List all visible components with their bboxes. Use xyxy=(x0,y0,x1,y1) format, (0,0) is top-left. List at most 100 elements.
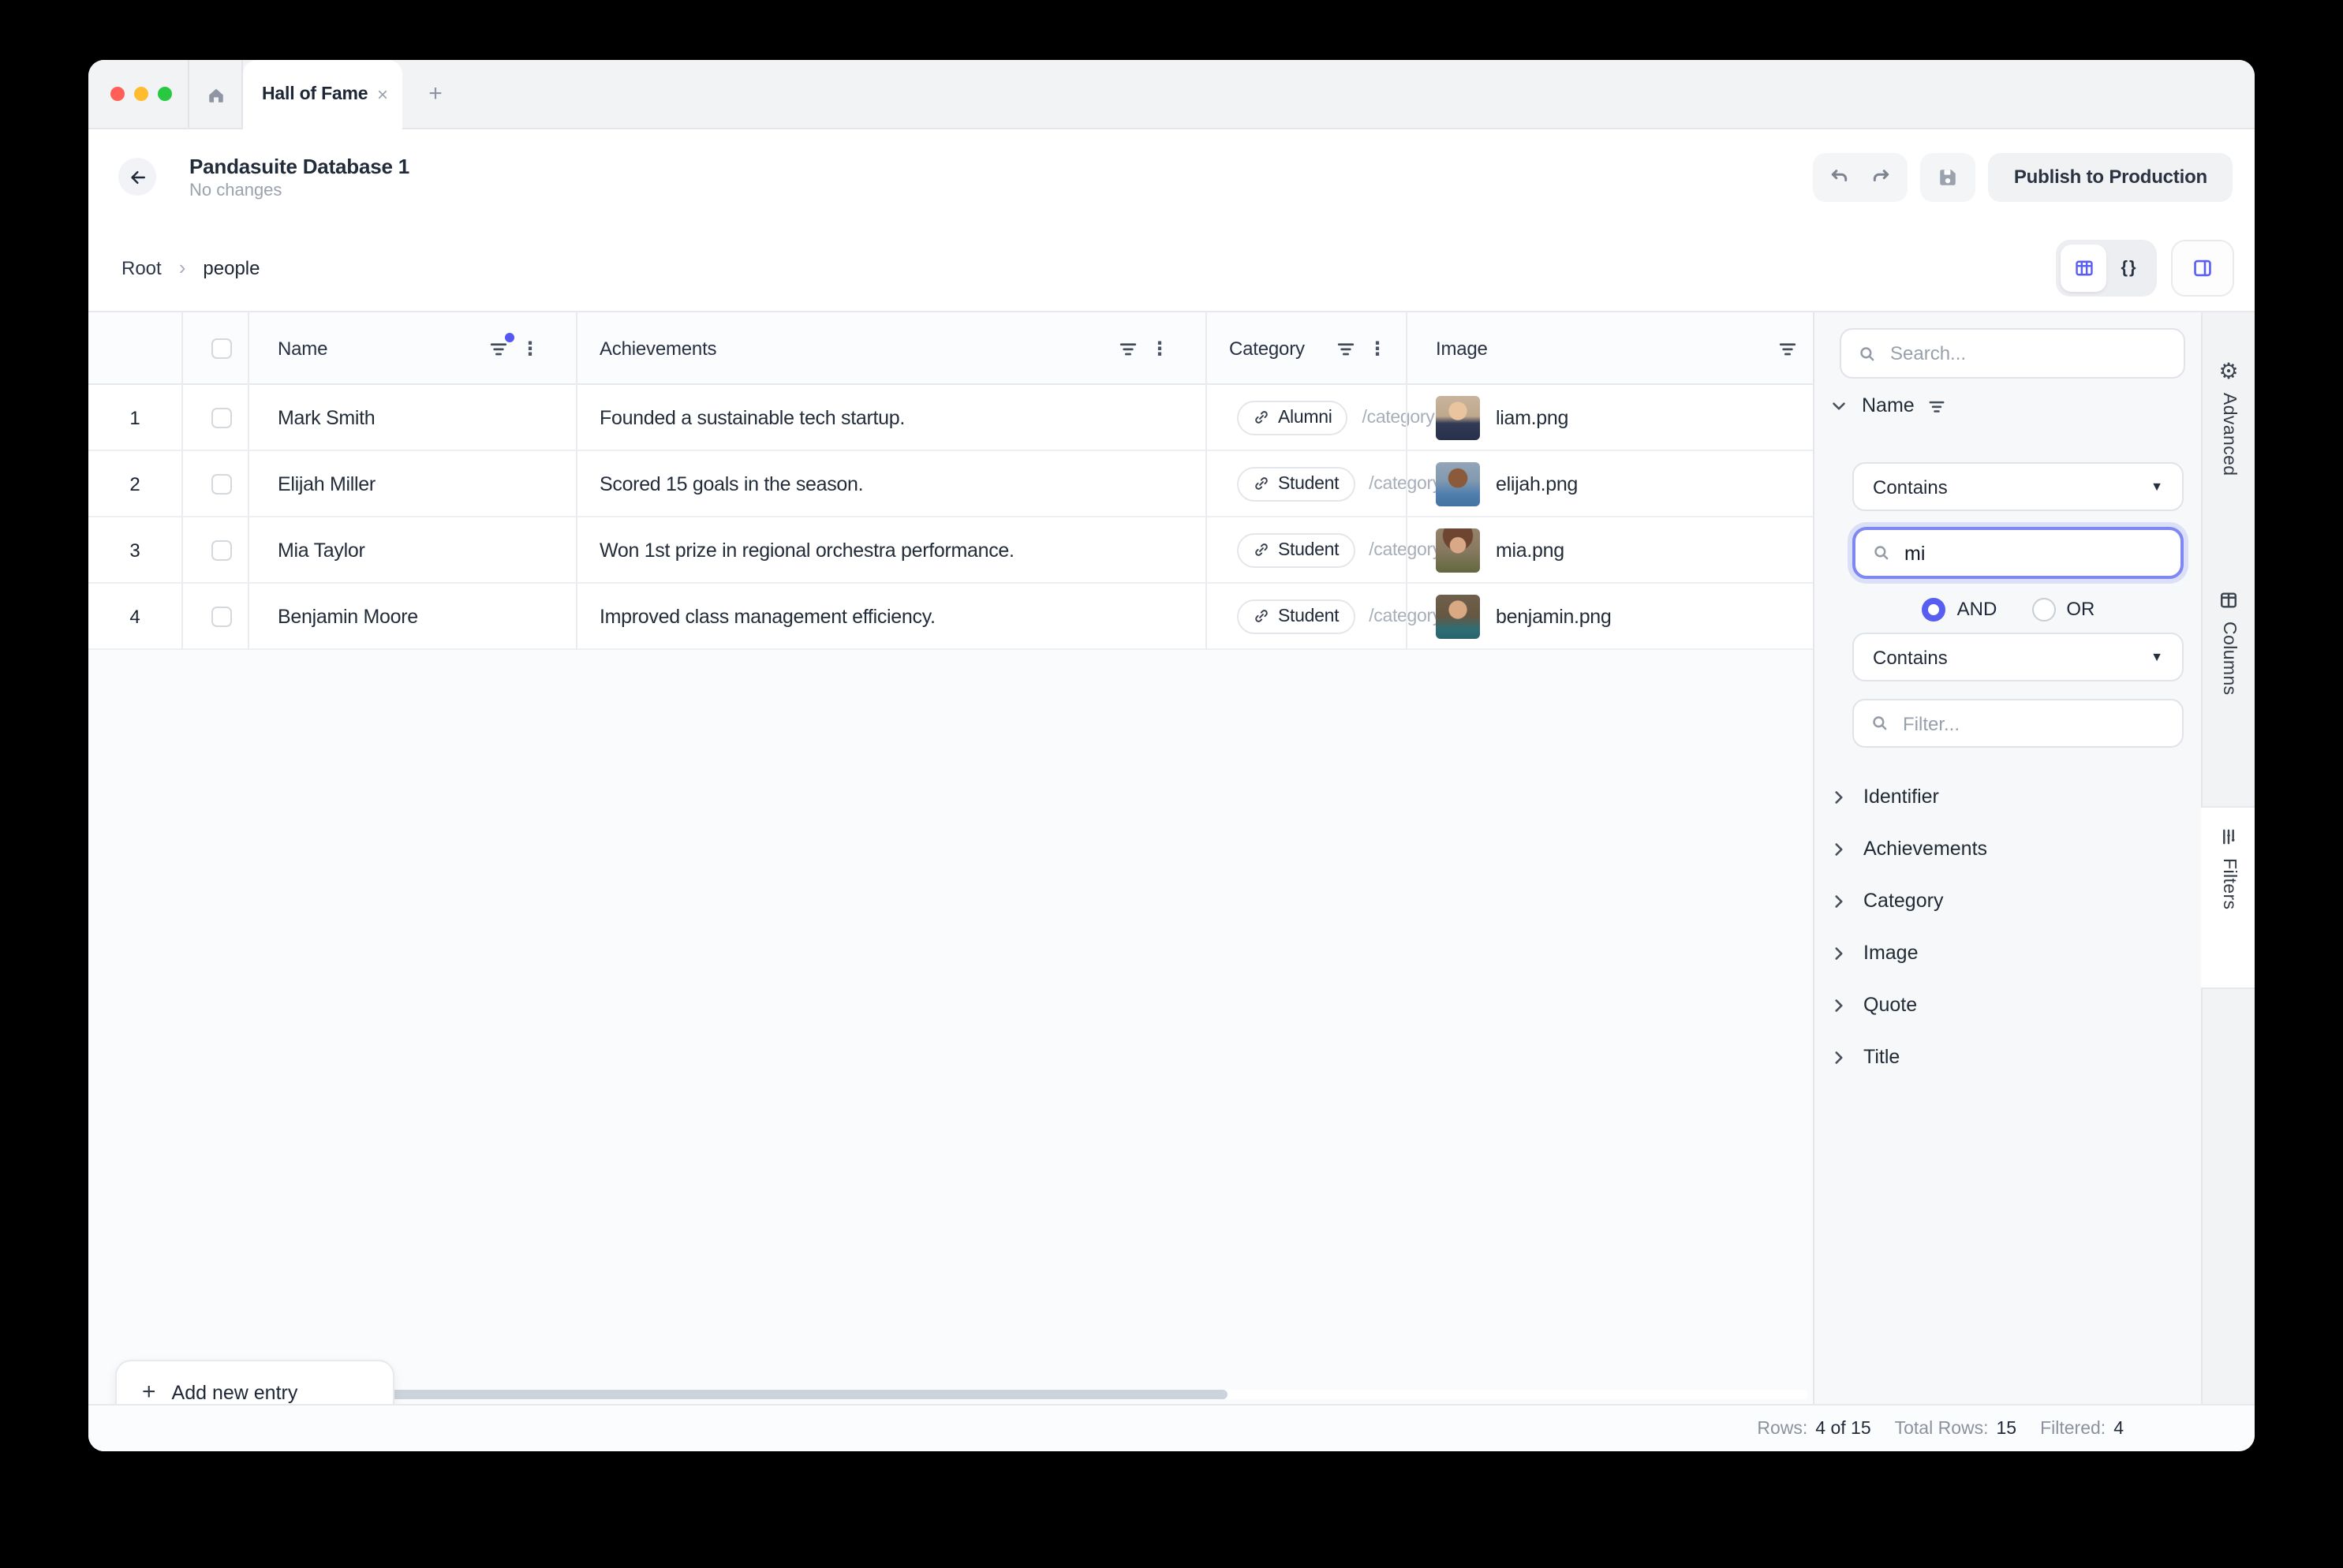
panel-search-input[interactable]: Search... xyxy=(1840,328,2185,379)
achievement-cell[interactable]: Won 1st prize in regional orchestra perf… xyxy=(600,517,1015,582)
side-tab-label: Filters xyxy=(2219,858,2238,909)
secondary-filter-input[interactable]: Filter... xyxy=(1852,699,2184,748)
collapsed-filter-section[interactable]: Title xyxy=(1829,1040,1900,1074)
minimize-window-button[interactable] xyxy=(134,87,148,101)
home-icon xyxy=(204,83,226,105)
tab-close-icon[interactable]: × xyxy=(377,85,388,104)
category-pill[interactable]: Alumni xyxy=(1237,400,1348,435)
table-row[interactable]: 3 Mia Taylor Won 1st prize in regional o… xyxy=(88,517,1813,584)
filter-query-input[interactable]: mi xyxy=(1852,527,2184,579)
category-cell[interactable]: Student /category xyxy=(1237,517,1441,582)
row-checkbox[interactable] xyxy=(211,539,232,560)
achievement-cell[interactable]: Scored 15 goals in the season. xyxy=(600,451,863,516)
image-cell[interactable]: mia.png xyxy=(1436,517,1564,582)
image-thumbnail[interactable] xyxy=(1436,528,1480,572)
link-icon xyxy=(1253,541,1270,558)
image-thumbnail[interactable] xyxy=(1436,395,1480,439)
collapsed-section-label: Achievements xyxy=(1863,838,1987,860)
table-view-button[interactable] xyxy=(2061,244,2106,291)
redo-button[interactable] xyxy=(1870,166,1893,188)
table-row[interactable]: 1 Mark Smith Founded a sustainable tech … xyxy=(88,385,1813,451)
tab-label: Hall of Fame xyxy=(262,85,368,104)
column-menu-name[interactable]: ⋮ xyxy=(521,338,540,357)
column-header-category[interactable]: Category xyxy=(1229,312,1305,383)
collapsed-section-label: Category xyxy=(1863,890,1943,912)
name-cell[interactable]: Elijah Miller xyxy=(278,451,376,516)
arrow-left-icon xyxy=(127,166,148,187)
close-window-button[interactable] xyxy=(110,87,125,101)
filtered-value: 4 xyxy=(2113,1419,2124,1438)
collapsed-section-label: Title xyxy=(1863,1046,1900,1068)
new-tab-button[interactable]: + xyxy=(402,60,469,128)
breadcrumb-current[interactable]: people xyxy=(203,256,260,278)
category-pill[interactable]: Student xyxy=(1237,532,1355,567)
home-tab-button[interactable] xyxy=(188,60,243,128)
category-cell[interactable]: Alumni /category xyxy=(1237,385,1434,450)
json-view-button[interactable]: {} xyxy=(2106,244,2152,291)
filter-query-value: mi xyxy=(1904,542,1925,564)
table-row[interactable]: 2 Elijah Miller Scored 15 goals in the s… xyxy=(88,451,1813,517)
side-tab-columns[interactable]: Columns xyxy=(2203,590,2255,696)
image-filename: mia.png xyxy=(1496,539,1564,561)
filter-icon-achievements[interactable] xyxy=(1117,337,1139,359)
column-menu-achievements[interactable]: ⋮ xyxy=(1150,338,1169,357)
row-checkbox[interactable] xyxy=(211,473,232,494)
row-checkbox[interactable] xyxy=(211,606,232,626)
operator-select-2[interactable]: Contains ▼ xyxy=(1852,633,2184,681)
achievement-cell[interactable]: Improved class management efficiency. xyxy=(600,584,936,648)
side-tab-filters[interactable]: Filters xyxy=(2203,827,2255,909)
table-row[interactable]: 4 Benjamin Moore Improved class manageme… xyxy=(88,584,1813,650)
category-cell[interactable]: Student /category xyxy=(1237,584,1441,648)
category-pill[interactable]: Student xyxy=(1237,466,1355,501)
name-cell[interactable]: Mark Smith xyxy=(278,385,375,450)
and-radio[interactable]: AND xyxy=(1923,597,1997,621)
save-button[interactable] xyxy=(1921,152,1976,201)
total-rows-label: Total Rows: xyxy=(1895,1419,1989,1438)
tab-hall-of-fame[interactable]: Hall of Fame × xyxy=(243,60,402,129)
or-radio[interactable]: OR xyxy=(2031,597,2094,621)
category-pill-label: Student xyxy=(1278,474,1339,493)
filter-icon-image[interactable] xyxy=(1777,337,1799,359)
zoom-window-button[interactable] xyxy=(158,87,172,101)
column-divider xyxy=(1205,312,1207,650)
and-label: AND xyxy=(1957,598,1997,620)
collapsed-filter-section[interactable]: Achievements xyxy=(1829,831,1987,866)
collapsed-filter-section[interactable]: Quote xyxy=(1829,987,1917,1022)
achievement-cell[interactable]: Founded a sustainable tech startup. xyxy=(600,385,905,450)
category-cell[interactable]: Student /category xyxy=(1237,451,1441,516)
image-thumbnail[interactable] xyxy=(1436,594,1480,638)
horizontal-scrollbar[interactable] xyxy=(221,1390,1808,1399)
column-header-image[interactable]: Image xyxy=(1436,312,1488,383)
row-checkbox[interactable] xyxy=(211,407,232,427)
breadcrumb-root[interactable]: Root xyxy=(121,256,162,278)
image-cell[interactable]: liam.png xyxy=(1436,385,1568,450)
collapsed-filter-section[interactable]: Category xyxy=(1829,883,1943,918)
category-pill[interactable]: Student xyxy=(1237,599,1355,633)
filter-icon-category[interactable] xyxy=(1335,337,1357,359)
image-cell[interactable]: elijah.png xyxy=(1436,451,1578,516)
add-new-entry-button[interactable]: + Add new entry xyxy=(115,1360,394,1404)
name-cell[interactable]: Benjamin Moore xyxy=(278,584,418,648)
undo-button[interactable] xyxy=(1829,166,1852,188)
select-all-checkbox[interactable] xyxy=(211,338,232,358)
breadcrumb-row: Root › people {} xyxy=(88,224,2255,312)
name-cell[interactable]: Mia Taylor xyxy=(278,517,364,582)
row-number: 3 xyxy=(88,517,181,582)
filter-icon xyxy=(1927,395,1948,416)
chevron-right-icon xyxy=(1829,786,1849,807)
column-menu-category[interactable]: ⋮ xyxy=(1368,338,1387,357)
image-thumbnail[interactable] xyxy=(1436,461,1480,506)
operator-select-1[interactable]: Contains ▼ xyxy=(1852,462,2184,511)
filter-section-name[interactable]: Name xyxy=(1829,388,1948,423)
image-cell[interactable]: benjamin.png xyxy=(1436,584,1612,648)
back-button[interactable] xyxy=(118,158,156,196)
collapsed-filter-section[interactable]: Identifier xyxy=(1829,779,1939,814)
side-panel-toggle-button[interactable] xyxy=(2171,239,2234,296)
filter-icon-name[interactable] xyxy=(488,337,510,359)
column-header-name[interactable]: Name xyxy=(278,312,327,383)
column-divider xyxy=(576,312,577,650)
column-header-achievements[interactable]: Achievements xyxy=(600,312,716,383)
collapsed-filter-section[interactable]: Image xyxy=(1829,935,1919,970)
side-tab-advanced[interactable]: ⚙ Advanced xyxy=(2203,360,2255,476)
publish-button[interactable]: Publish to Production xyxy=(1989,152,2233,201)
